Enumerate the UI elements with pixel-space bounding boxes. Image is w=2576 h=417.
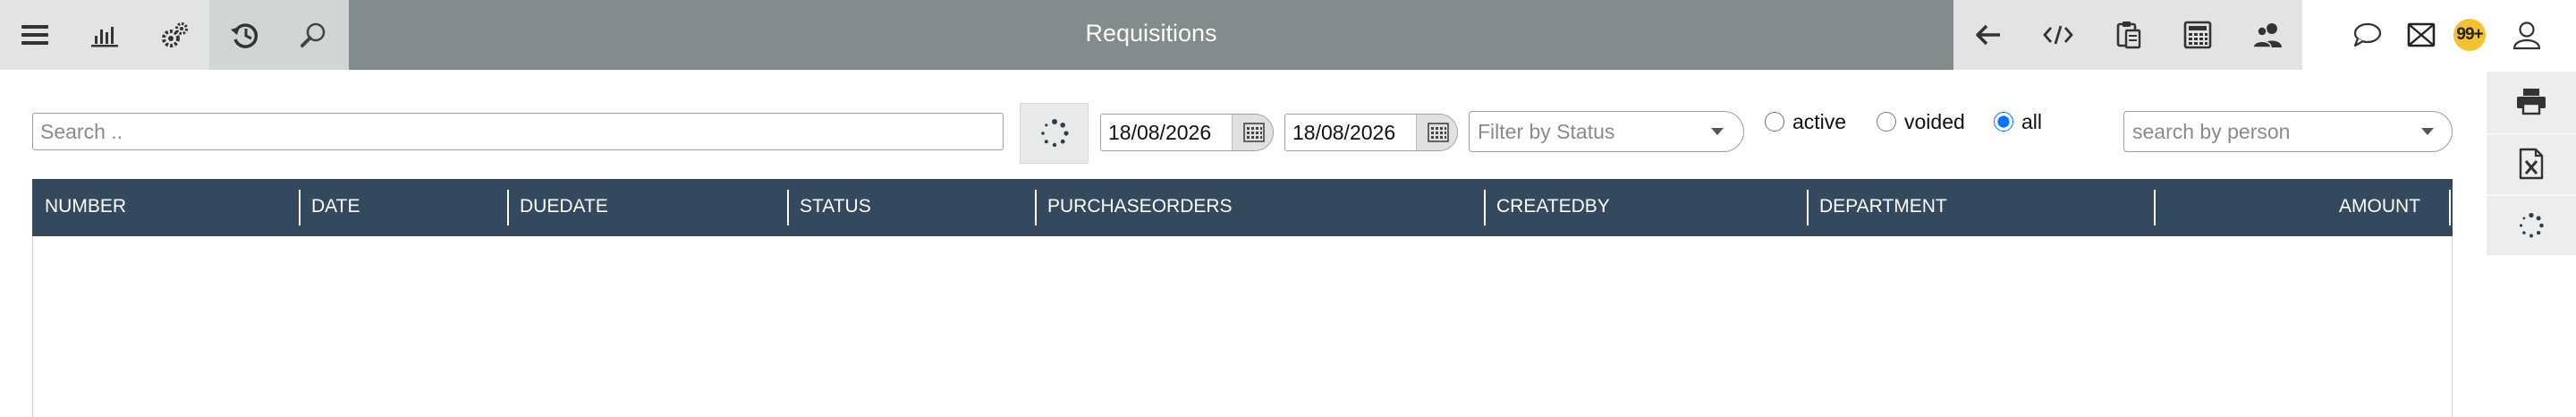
- radio-voided[interactable]: voided: [1877, 109, 1965, 134]
- chat-icon: [2353, 22, 2382, 47]
- column-header-date[interactable]: DATE: [311, 179, 360, 236]
- column-header-amount[interactable]: AMOUNT: [2170, 179, 2420, 236]
- code-icon: [2043, 25, 2073, 45]
- radio-all-input[interactable]: [1994, 112, 2013, 132]
- export-excel-button[interactable]: [2487, 133, 2576, 193]
- date-to-calendar-button[interactable]: [1416, 115, 1457, 150]
- notification-badge[interactable]: 99+: [2453, 19, 2486, 51]
- refresh-button[interactable]: [1020, 103, 1089, 164]
- loading-spinner-icon: [2519, 212, 2544, 238]
- radio-voided-label: voided: [1904, 109, 1965, 133]
- user-profile-button[interactable]: [2504, 0, 2549, 70]
- printer-icon: [2517, 89, 2546, 115]
- print-button[interactable]: [2487, 72, 2576, 131]
- radio-active[interactable]: active: [1765, 109, 1846, 134]
- calendar-icon: [1243, 123, 1265, 142]
- calculator-icon: [2183, 21, 2212, 49]
- loading-spinner-icon: [1040, 119, 1069, 148]
- mail-icon: [2407, 22, 2436, 47]
- notification-area: [2302, 0, 2576, 70]
- radio-all-label: all: [2021, 109, 2043, 133]
- column-resizer[interactable]: [2154, 190, 2156, 226]
- reports-button[interactable]: [70, 0, 140, 70]
- title-bar: Requisitions: [349, 0, 1953, 70]
- menu-button[interactable]: [0, 0, 70, 70]
- date-from-picker: [1100, 114, 1274, 151]
- column-resizer[interactable]: [1035, 190, 1037, 226]
- column-header-purchaseorders[interactable]: PURCHASEORDERS: [1047, 179, 1233, 236]
- settings-button[interactable]: [140, 0, 209, 70]
- calculator-button[interactable]: [2163, 0, 2233, 70]
- column-resizer[interactable]: [1484, 190, 1486, 226]
- user-group-icon: [2252, 23, 2282, 48]
- date-from-calendar-button[interactable]: [1232, 115, 1273, 150]
- search-icon: [301, 22, 326, 47]
- column-resizer[interactable]: [507, 190, 509, 226]
- date-from-input[interactable]: [1101, 115, 1232, 150]
- column-resizer[interactable]: [787, 190, 789, 226]
- radio-active-input[interactable]: [1765, 112, 1784, 132]
- person-filter-placeholder: search by person: [2132, 120, 2291, 143]
- left-toolbar: [0, 0, 349, 70]
- mail-button[interactable]: [2400, 0, 2443, 70]
- back-arrow-icon: [1976, 24, 2000, 46]
- chat-button[interactable]: [2332, 0, 2402, 70]
- history-button[interactable]: [209, 0, 279, 70]
- date-to-picker: [1284, 114, 1458, 151]
- chevron-down-icon: [1711, 128, 1724, 135]
- table-body: [32, 236, 2453, 417]
- clipboard-icon: [2116, 21, 2141, 49]
- settings-gears-icon: [162, 22, 188, 47]
- column-header-number[interactable]: NUMBER: [45, 179, 126, 236]
- search-input[interactable]: [32, 113, 1004, 150]
- top-bar: Requisitions 99+: [0, 0, 2576, 70]
- column-header-status[interactable]: STATUS: [800, 179, 871, 236]
- person-filter-select[interactable]: search by person: [2123, 111, 2453, 152]
- status-filter-placeholder: Filter by Status: [1478, 120, 1615, 143]
- user-icon: [2512, 21, 2541, 50]
- back-button[interactable]: [1953, 0, 2023, 70]
- reload-button[interactable]: [2487, 195, 2576, 255]
- side-action-panel: [2487, 72, 2576, 255]
- column-resizer[interactable]: [299, 190, 301, 226]
- users-button[interactable]: [2233, 0, 2302, 70]
- table-header: NUMBER DATE DUEDATE STATUS PURCHASEORDER…: [32, 179, 2453, 236]
- history-icon: [231, 23, 258, 48]
- radio-active-label: active: [1792, 109, 1847, 133]
- calendar-icon: [1428, 123, 1449, 142]
- column-resizer[interactable]: [2449, 190, 2451, 226]
- right-toolbar: [1953, 0, 2302, 70]
- column-header-createdby[interactable]: CREATEDBY: [1496, 179, 1610, 236]
- status-filter-select[interactable]: Filter by Status: [1469, 111, 1744, 152]
- page-title: Requisitions: [1085, 20, 1217, 47]
- chevron-down-icon: [2421, 128, 2434, 135]
- excel-export-icon: [2519, 148, 2544, 180]
- code-button[interactable]: [2023, 0, 2093, 70]
- clipboard-button[interactable]: [2093, 0, 2163, 70]
- radio-voided-input[interactable]: [1877, 112, 1896, 132]
- column-header-department[interactable]: DEPARTMENT: [1819, 179, 1947, 236]
- search-button[interactable]: [279, 0, 349, 70]
- column-header-duedate[interactable]: DUEDATE: [520, 179, 608, 236]
- radio-all[interactable]: all: [1994, 109, 2042, 134]
- column-resizer[interactable]: [1807, 190, 1809, 226]
- bar-chart-icon: [91, 27, 118, 47]
- date-to-input[interactable]: [1285, 115, 1416, 150]
- menu-icon: [21, 25, 48, 45]
